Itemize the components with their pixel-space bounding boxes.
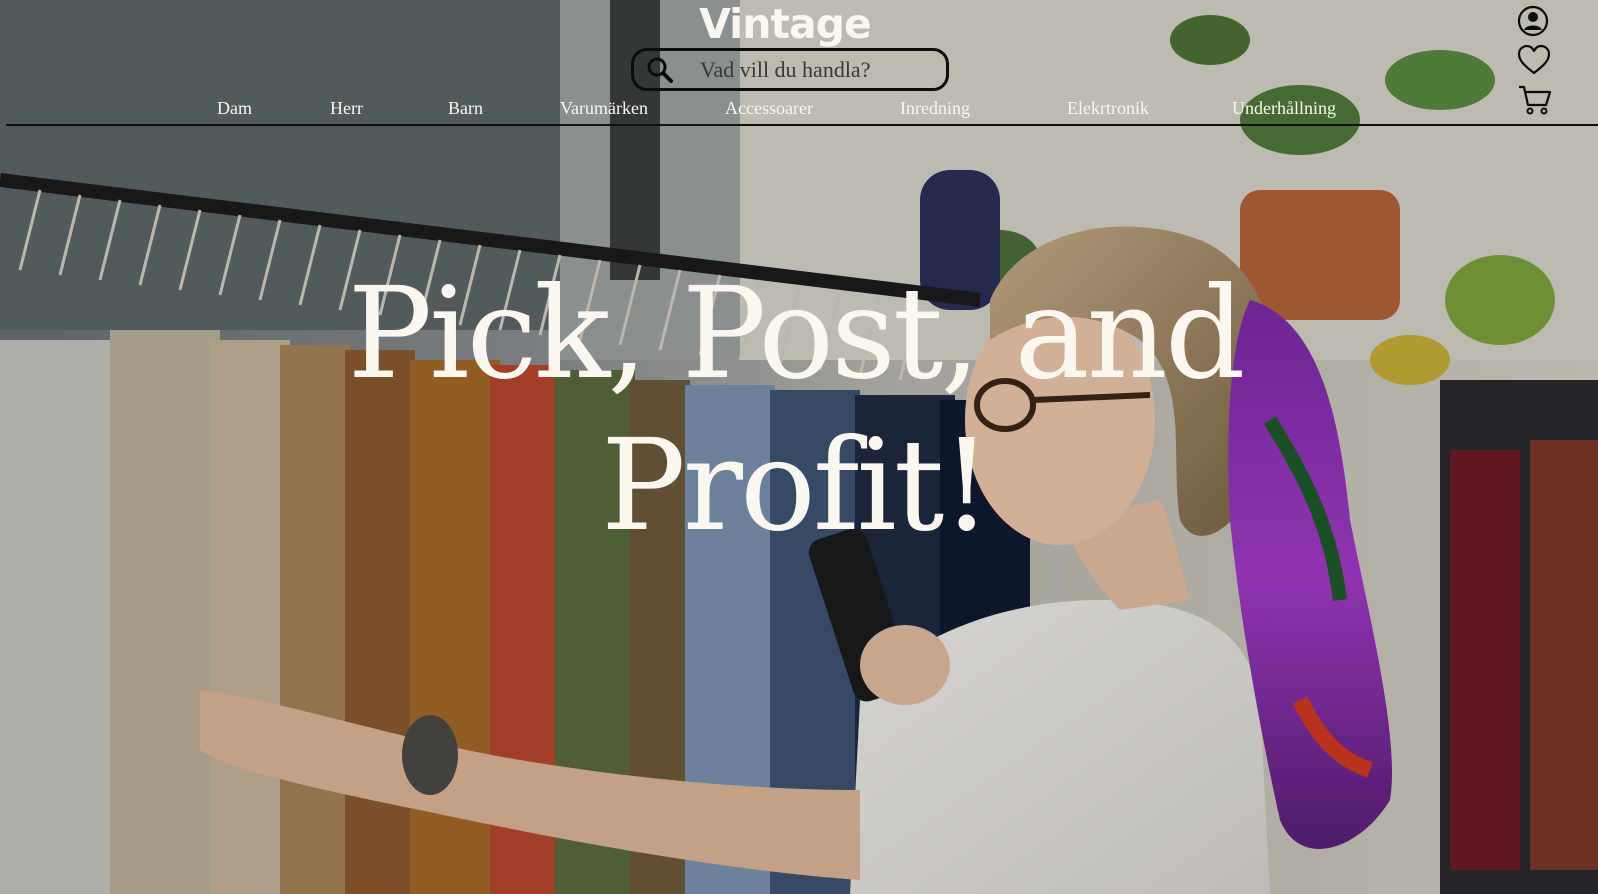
nav-item-inredning[interactable]: Inredning	[900, 95, 970, 121]
nav-item-elektronik[interactable]: Elekrtronik	[1067, 95, 1149, 121]
nav-item-underhallning[interactable]: Underhållning	[1232, 95, 1336, 121]
cart-icon[interactable]	[1517, 84, 1553, 116]
hero-headline-line1: Pick, Post, and	[347, 260, 1246, 407]
page: Vintage Dam Herr Barn Varumärken Accesso…	[0, 0, 1598, 894]
nav-item-dam[interactable]: Dam	[217, 95, 252, 121]
nav-item-herr[interactable]: Herr	[330, 95, 363, 121]
hero-headline-line2: Profit!	[600, 412, 992, 559]
hero-headline: Pick, Post, and Profit!	[300, 258, 1290, 562]
heart-icon[interactable]	[1517, 44, 1551, 76]
nav-item-barn[interactable]: Barn	[448, 95, 483, 121]
nav-item-accessoarer[interactable]: Accessoarer	[725, 95, 813, 121]
category-nav: Dam Herr Barn Varumärken Accessoarer Inr…	[0, 95, 1598, 123]
nav-item-varumarken[interactable]: Varumärken	[560, 95, 648, 121]
brand-logo[interactable]: Vintage	[640, 0, 930, 48]
search-bar[interactable]	[631, 48, 949, 91]
search-icon[interactable]	[646, 56, 674, 84]
nav-divider	[6, 124, 1598, 126]
search-input[interactable]	[700, 56, 920, 83]
account-icon[interactable]	[1517, 5, 1549, 37]
